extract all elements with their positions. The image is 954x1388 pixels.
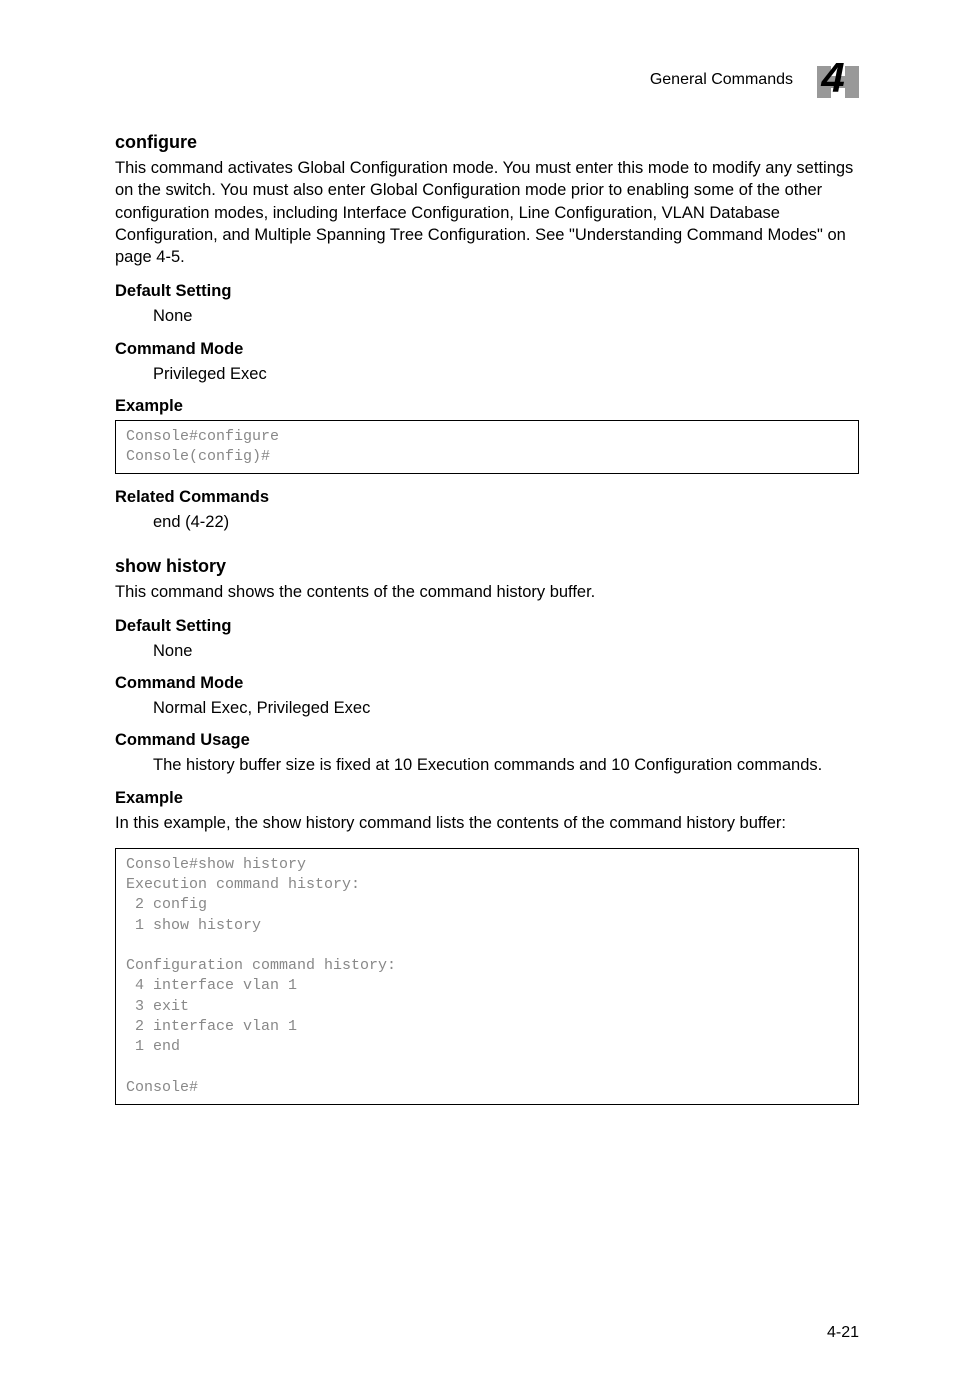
chapter-number-icon: 4: [811, 60, 859, 100]
command-usage-value: The history buffer size is fixed at 10 E…: [115, 754, 859, 776]
example-intro: In this example, the show history comman…: [115, 812, 859, 834]
command-mode-value: Normal Exec, Privileged Exec: [115, 697, 859, 719]
page-header: General Commands 4: [115, 60, 859, 100]
example-label: Example: [115, 789, 859, 808]
configure-description: This command activates Global Configurat…: [115, 157, 859, 268]
configure-heading: configure: [115, 132, 859, 153]
page-number: 4-21: [827, 1324, 859, 1342]
related-commands-value: end (4-22): [115, 511, 859, 533]
command-mode-value: Privileged Exec: [115, 363, 859, 385]
show-history-description: This command shows the contents of the c…: [115, 581, 859, 603]
header-section-title: General Commands: [650, 71, 793, 89]
example-label: Example: [115, 397, 859, 416]
show-history-heading: show history: [115, 556, 859, 577]
default-setting-label: Default Setting: [115, 282, 859, 301]
show-history-section: show history This command shows the cont…: [115, 556, 859, 1105]
command-usage-label: Command Usage: [115, 731, 859, 750]
command-mode-label: Command Mode: [115, 674, 859, 693]
default-setting-value: None: [115, 640, 859, 662]
configure-section: configure This command activates Global …: [115, 132, 859, 534]
show-history-example-code: Console#show history Execution command h…: [115, 848, 859, 1105]
default-setting-value: None: [115, 305, 859, 327]
default-setting-label: Default Setting: [115, 617, 859, 636]
related-commands-label: Related Commands: [115, 488, 859, 507]
command-mode-label: Command Mode: [115, 340, 859, 359]
svg-text:4: 4: [820, 60, 844, 100]
configure-example-code: Console#configure Console(config)#: [115, 420, 859, 475]
